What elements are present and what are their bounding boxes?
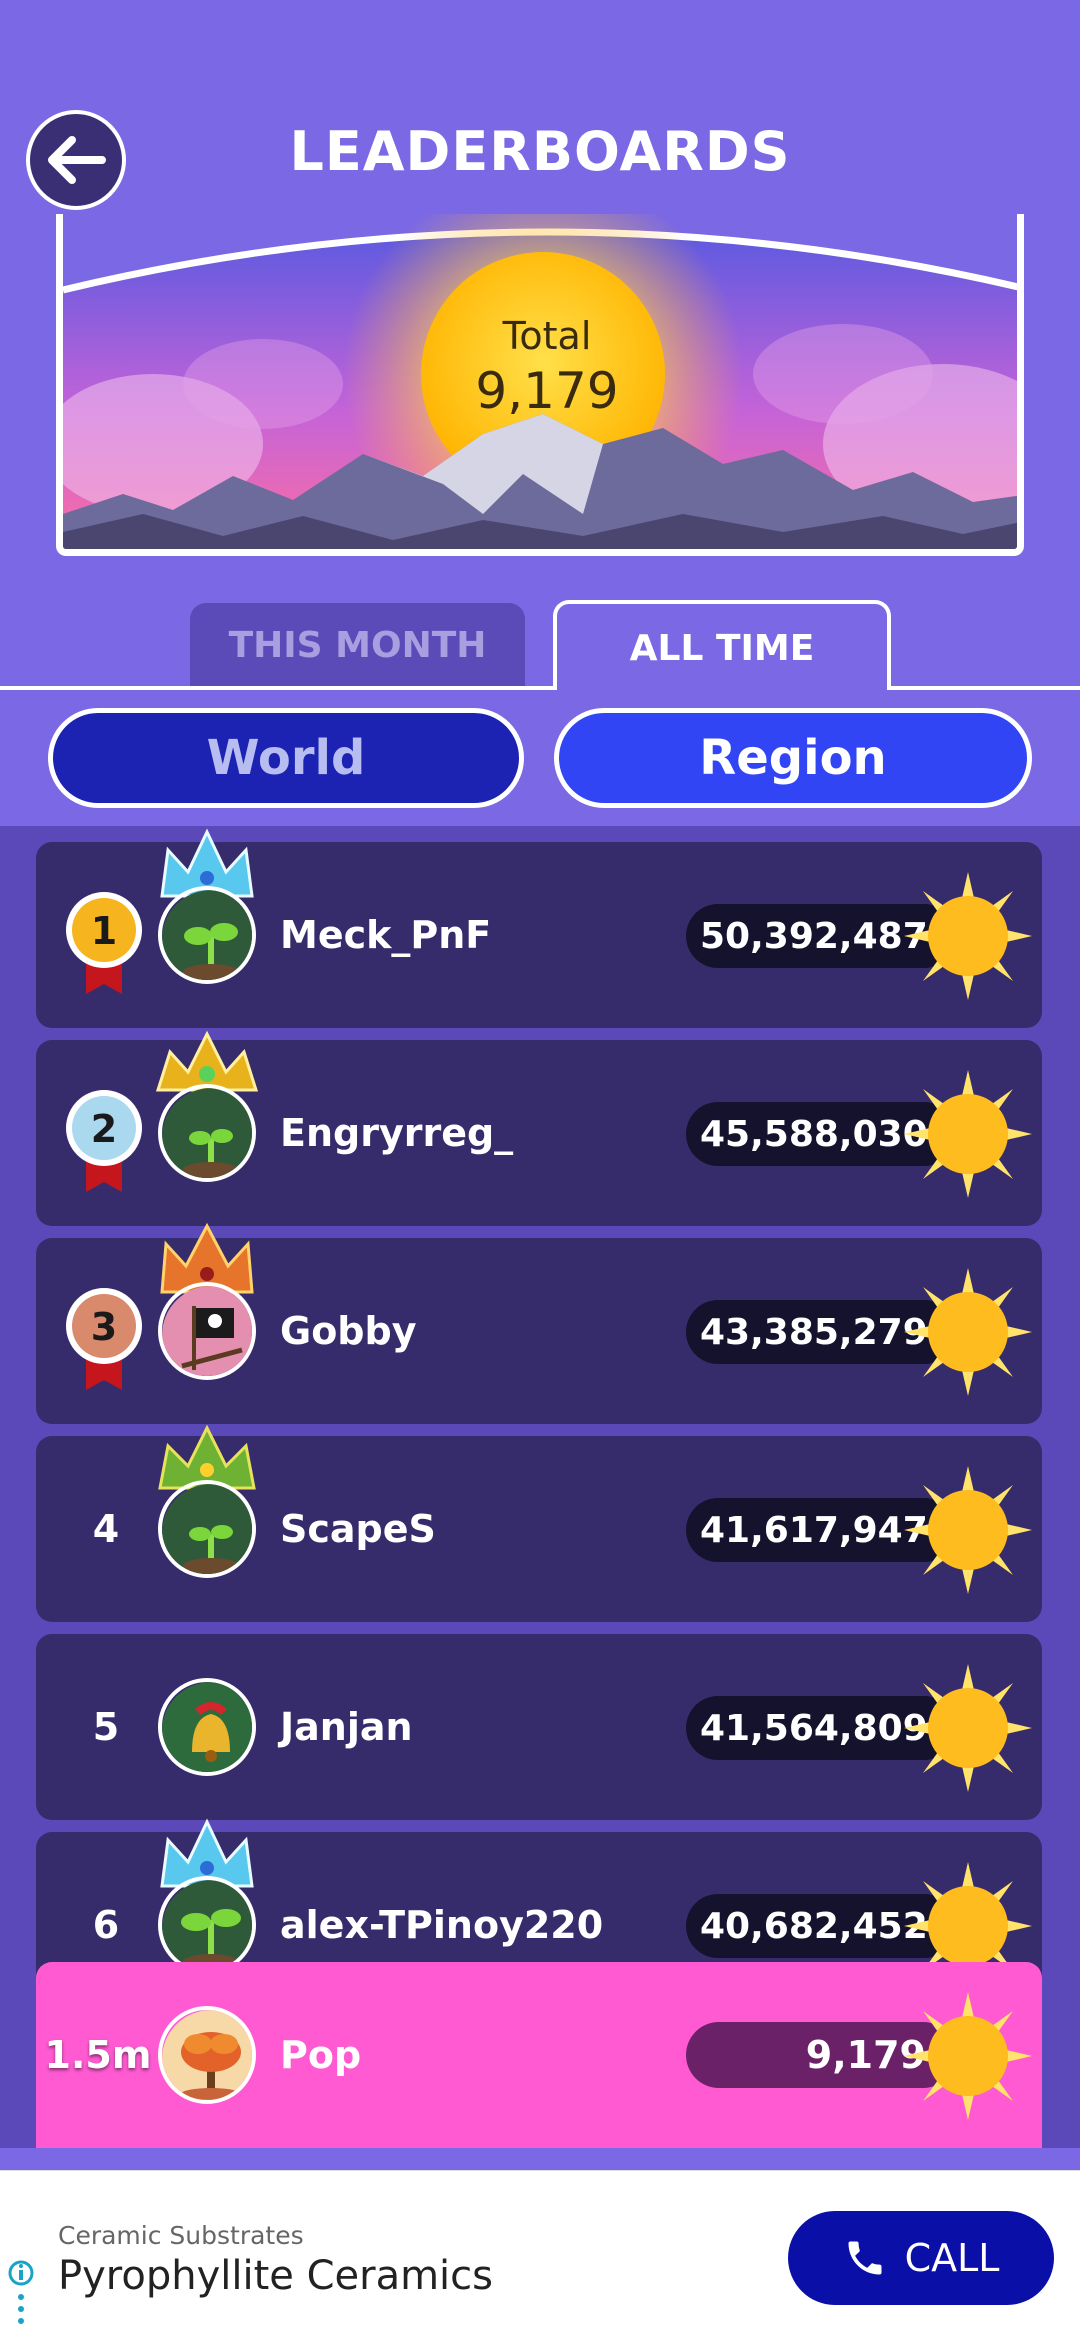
svg-text:2: 2: [91, 1107, 117, 1151]
sun-icon: [904, 1664, 1032, 1792]
sprout-avatar: [158, 1876, 256, 1974]
sprout-avatar: [158, 1480, 256, 1578]
leaderboard-row[interactable]: 4 ScapeS 41,617,947: [36, 1424, 1042, 1622]
page-title: LEADERBOARDS: [289, 120, 791, 183]
pirate-flag-avatar: [158, 1282, 256, 1380]
sprout-avatar: [158, 886, 256, 984]
leaderboard-row[interactable]: 2 Engryrreg_ 45,588,030: [36, 1030, 1042, 1226]
tab-this-month[interactable]: THIS MONTH: [190, 603, 525, 687]
call-button-label: CALL: [904, 2236, 1000, 2280]
current-user-row[interactable]: 1.5m Pop 9,179: [36, 1962, 1042, 2148]
player-name: Gobby: [280, 1309, 417, 1353]
current-user-rank: 1.5m: [44, 2033, 152, 2077]
rank-number: 4: [92, 1507, 120, 1551]
rank-number: 5: [92, 1705, 120, 1749]
player-name: Meck_PnF: [280, 913, 492, 957]
total-value: 9,179: [475, 362, 619, 420]
info-icon[interactable]: [6, 2259, 36, 2329]
sun-icon: [904, 1466, 1032, 1594]
call-button[interactable]: CALL: [788, 2211, 1054, 2305]
sun-icon: [904, 1070, 1032, 1198]
bottom-band: [0, 2148, 1080, 2170]
region-filter-button[interactable]: Region: [554, 708, 1032, 808]
autumn-tree-avatar: [158, 2006, 256, 2104]
gold-medal-icon: 1: [66, 892, 142, 994]
phone-icon: [848, 2241, 882, 2275]
sun-icon: [904, 872, 1032, 1000]
ad-title[interactable]: Pyrophyllite Ceramics: [58, 2253, 493, 2299]
ad-category: Ceramic Substrates: [58, 2221, 304, 2250]
player-name: ScapeS: [280, 1507, 436, 1551]
leaderboard-row[interactable]: 1 Meck_PnF 50,392,487: [36, 828, 1042, 1028]
bell-avatar: [158, 1678, 256, 1776]
player-name: Engryrreg_: [280, 1111, 514, 1155]
ad-banner[interactable]: Ceramic Substrates Pyrophyllite Ceramics…: [0, 2170, 1080, 2340]
total-label: Total: [502, 314, 592, 358]
leaderboard-row[interactable]: 5 Janjan 41,564,809: [36, 1634, 1042, 1820]
svg-text:1: 1: [91, 909, 117, 953]
silver-medal-icon: 2: [66, 1090, 142, 1192]
tab-all-time[interactable]: ALL TIME: [553, 600, 891, 692]
sun-icon: [904, 1992, 1032, 2120]
sun-icon: [904, 1268, 1032, 1396]
leaderboard-row[interactable]: 3 Gobby 43,385,279: [36, 1222, 1042, 1424]
player-name: Janjan: [280, 1705, 413, 1749]
world-filter-button[interactable]: World: [48, 708, 524, 808]
svg-text:3: 3: [91, 1305, 117, 1349]
current-user-name: Pop: [280, 2033, 362, 2077]
total-banner: Total 9,179: [56, 214, 1024, 556]
bronze-medal-icon: 3: [66, 1288, 142, 1390]
sprout-avatar: [158, 1084, 256, 1182]
